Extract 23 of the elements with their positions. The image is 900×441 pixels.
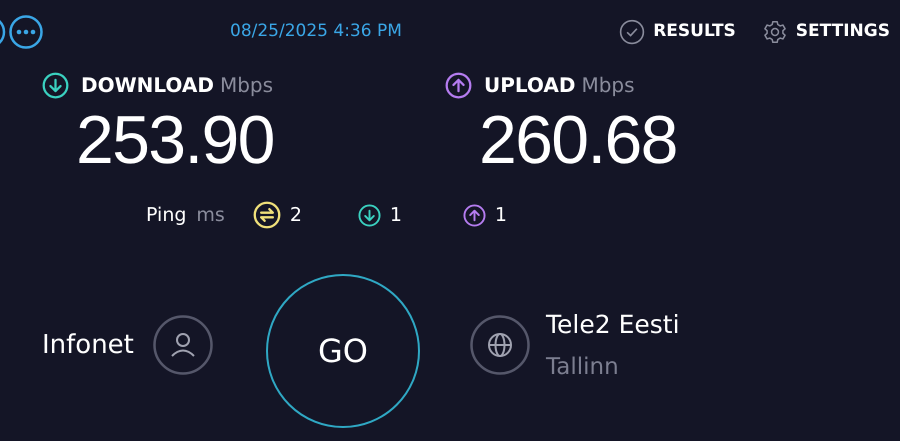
server-location: Tallinn — [546, 352, 620, 382]
check-circle-icon — [619, 19, 646, 45]
globe-icon[interactable] — [470, 315, 530, 375]
metric-value: 260.68 — [479, 106, 677, 174]
server-name: Tele2 Eesti — [546, 309, 680, 341]
metric-label: UPLOAD — [484, 72, 576, 99]
settings-button[interactable]: SETTINGS — [762, 19, 890, 45]
settings-icon — [762, 19, 788, 45]
results-button[interactable]: RESULTS — [619, 19, 736, 45]
go-button[interactable]: GO — [266, 274, 420, 428]
ping-label: Ping — [146, 202, 186, 228]
ping-value: 1 — [390, 202, 402, 228]
metric-label: DOWNLOAD — [81, 72, 214, 99]
ping-value: 2 — [290, 202, 302, 228]
ping-value: 1 — [494, 202, 507, 228]
more-icon[interactable] — [8, 14, 44, 50]
isp-name: Infonet — [42, 328, 135, 362]
date-time: 08/25/2025 4:36 PM — [230, 20, 402, 44]
ping-unit: ms — [196, 202, 225, 228]
metric-unit: Mbps — [581, 72, 635, 99]
metric-value: 253.90 — [76, 106, 275, 174]
user-icon[interactable] — [153, 315, 213, 375]
metric-unit: Mbps — [220, 72, 274, 99]
